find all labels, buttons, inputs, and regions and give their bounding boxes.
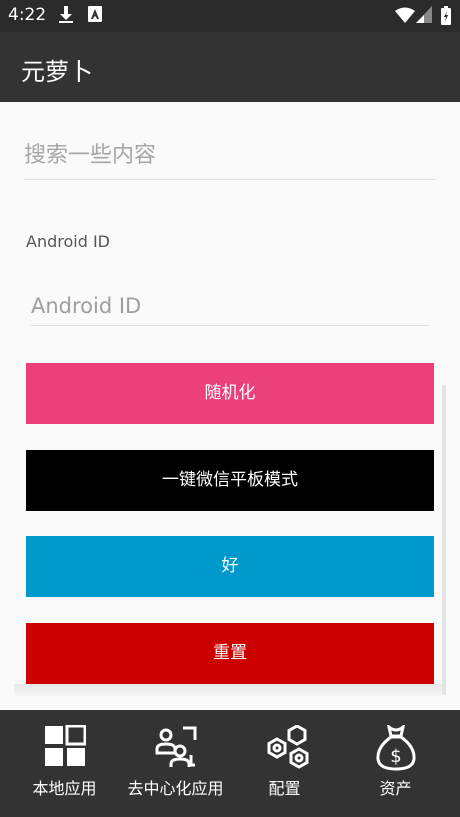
ok-button[interactable]: 好 xyxy=(26,536,434,597)
reset-button[interactable]: 重置 xyxy=(26,623,434,684)
signal-icon xyxy=(416,6,432,27)
nav-label: 本地应用 xyxy=(32,779,97,798)
nav-config[interactable]: 配置 xyxy=(227,710,342,817)
hexagons-icon xyxy=(264,724,309,769)
download-icon xyxy=(58,6,74,28)
android-id-field[interactable] xyxy=(31,290,429,326)
nav-label: 资产 xyxy=(379,779,412,798)
bottom-nav: 本地应用 去中心化应用 配置 $ 资产 xyxy=(0,710,460,817)
battery-icon xyxy=(441,6,451,29)
people-icon xyxy=(155,725,197,767)
android-id-label: Android ID xyxy=(26,232,110,251)
app-bar: 元萝卜 xyxy=(0,32,460,102)
nav-label: 配置 xyxy=(268,779,301,798)
nav-local-apps[interactable]: 本地应用 xyxy=(7,710,122,817)
scroll-edge-shadow xyxy=(14,684,442,696)
nav-assets[interactable]: $ 资产 xyxy=(338,710,453,817)
scrollbar[interactable] xyxy=(442,385,446,695)
wifi-icon xyxy=(395,7,415,27)
search-input[interactable] xyxy=(24,136,436,180)
wechat-tablet-mode-button[interactable]: 一键微信平板模式 xyxy=(26,450,434,511)
svg-text:$: $ xyxy=(390,746,401,767)
nav-label: 去中心化应用 xyxy=(127,779,224,798)
randomize-button[interactable]: 随机化 xyxy=(26,363,434,424)
app-title: 元萝卜 xyxy=(21,58,93,86)
status-bar: 4:22 xyxy=(0,0,460,32)
money-bag-icon: $ xyxy=(375,722,417,771)
grid-apps-icon xyxy=(44,724,87,767)
status-time: 4:22 xyxy=(8,5,47,25)
a-badge-icon xyxy=(88,6,102,26)
nav-decentralized-apps[interactable]: 去中心化应用 xyxy=(118,710,233,817)
